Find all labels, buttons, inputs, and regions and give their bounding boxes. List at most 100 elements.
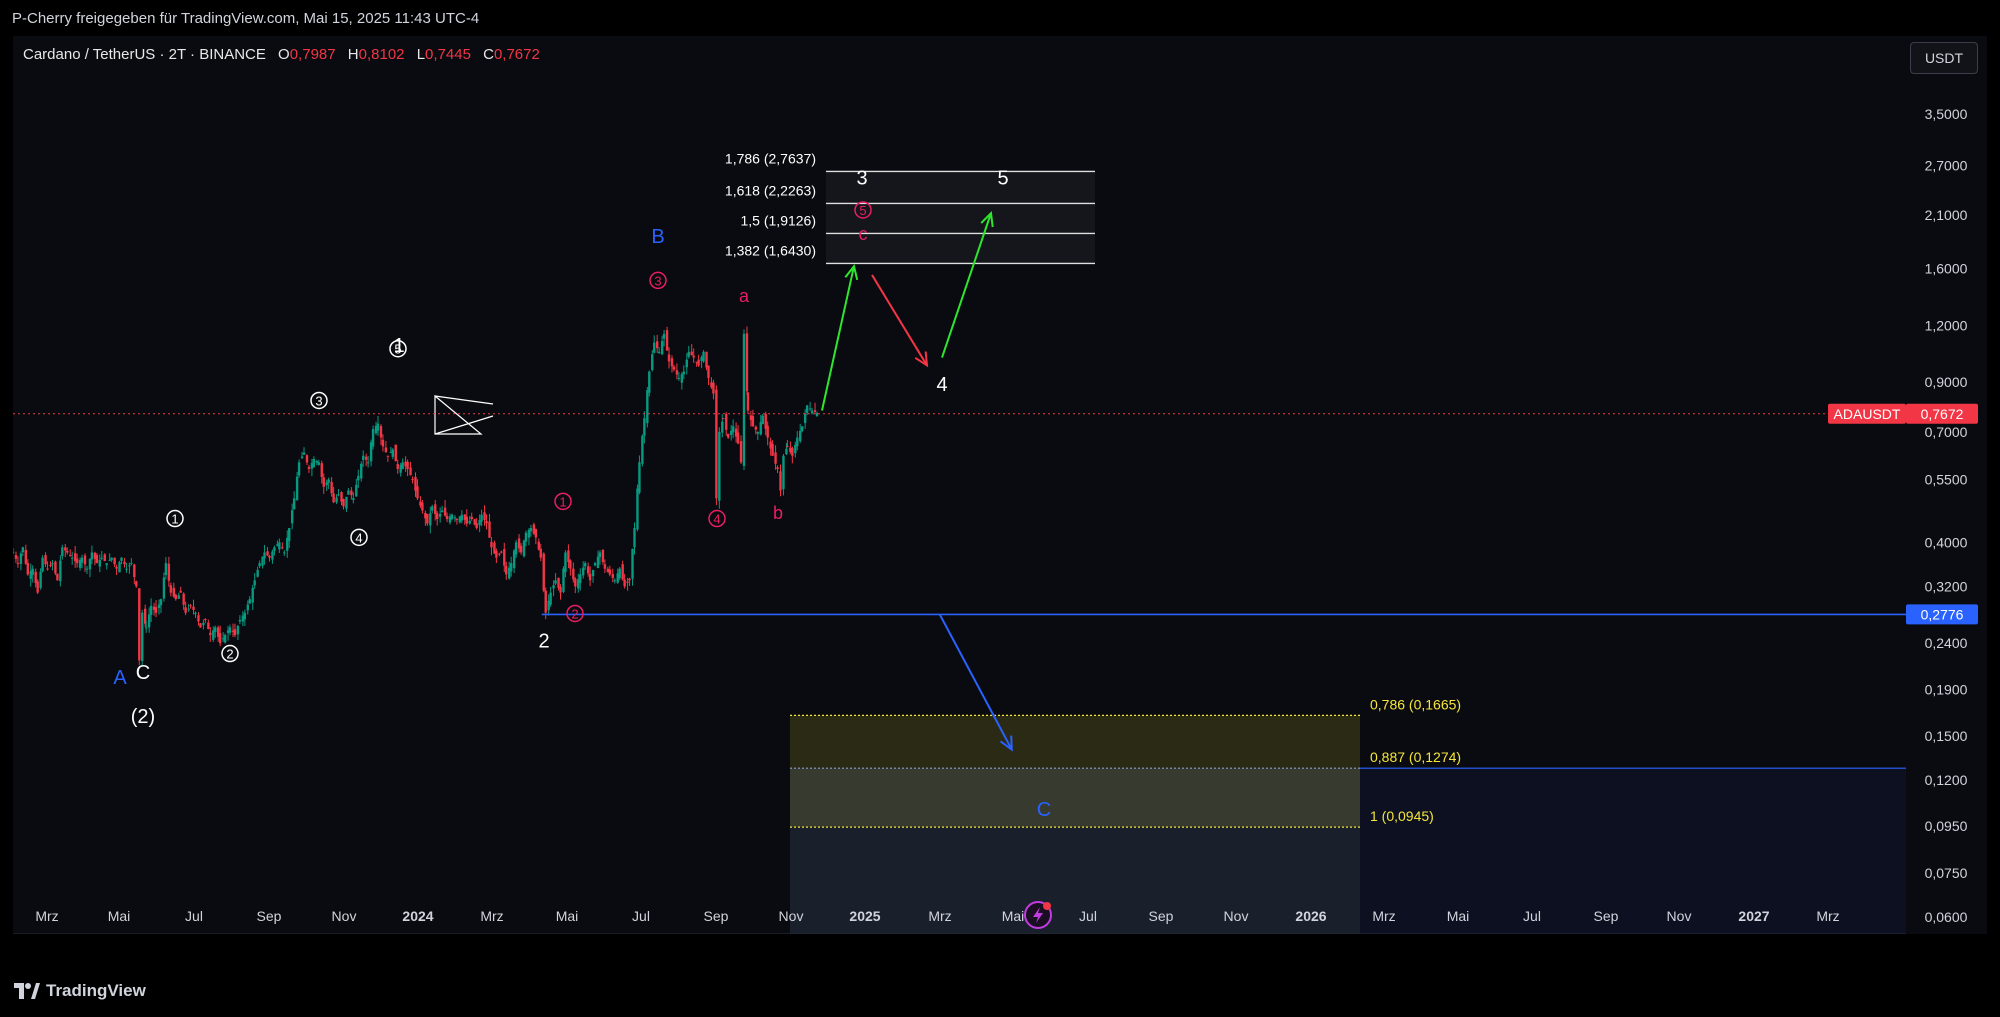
- candle: [715, 385, 718, 506]
- price-tick-label: 0,7000: [1925, 424, 1968, 440]
- wave-label-magenta: a: [739, 286, 750, 306]
- candle-body: [364, 456, 368, 460]
- replay-icon[interactable]: [1024, 901, 1052, 929]
- candle-body: [636, 488, 639, 530]
- candle-body: [475, 523, 478, 529]
- candle-body: [167, 563, 171, 581]
- candle-body: [317, 462, 321, 465]
- time-tick-label: Jul: [1079, 908, 1097, 924]
- candle-body: [39, 571, 42, 588]
- candle-body: [785, 448, 788, 455]
- candle-body: [13, 552, 15, 554]
- candle: [199, 622, 202, 628]
- candle-body: [805, 405, 809, 413]
- candle-body: [268, 555, 271, 558]
- footer-bar: TradingView: [0, 968, 2000, 1017]
- candle-body: [552, 585, 555, 589]
- price-chart[interactable]: 1,786 (2,7637) 1,618 (2,2263) 1,5 (1,9126)…: [13, 36, 1906, 934]
- price-axis[interactable]: 4,50003,50002,70002,10001,60001,20000,90…: [1906, 36, 1987, 934]
- candle-body: [246, 604, 249, 611]
- candle-body: [677, 377, 681, 379]
- candle: [702, 350, 705, 363]
- candle-body: [465, 516, 468, 524]
- candle-body: [347, 490, 350, 495]
- fib-retracement-label: 1 (0,0945): [1370, 808, 1434, 824]
- candle-body: [739, 441, 743, 463]
- fib-retracement-label: 0,786 (0,1665): [1370, 696, 1461, 712]
- candle-body: [263, 552, 266, 559]
- candle-body: [766, 425, 769, 438]
- time-tick-label: Mai: [1447, 908, 1470, 924]
- price-axis-svg[interactable]: 4,50003,50002,70002,10001,60001,20000,90…: [1906, 36, 1987, 934]
- candle-body: [519, 545, 523, 553]
- fib-zone-0887: [790, 768, 1360, 828]
- high-label: H: [347, 46, 359, 63]
- fib-target-label: 1,618 (2,2263): [725, 182, 816, 198]
- candle-body: [371, 429, 375, 447]
- candle-body: [579, 574, 582, 584]
- open-value: 0,7987: [289, 46, 336, 63]
- support-price-tag-value: 0,2776: [1921, 606, 1964, 622]
- candle-body: [799, 430, 802, 442]
- time-tick-label: Mrz: [35, 908, 58, 924]
- symbol-legend: Cardano / TetherUS · 2T · BINANCE O0,798…: [23, 46, 540, 63]
- candle: [522, 539, 526, 558]
- candle-body: [470, 516, 473, 520]
- wave-label-white: 3: [856, 168, 867, 190]
- candle-body: [574, 578, 577, 587]
- candle-body: [509, 563, 513, 572]
- chart-pane[interactable]: 1,786 (2,7637) 1,618 (2,2263) 1,5 (1,9126)…: [13, 36, 1906, 934]
- candle-body: [715, 389, 718, 499]
- close-label: C: [483, 46, 494, 63]
- candle-body: [411, 478, 414, 480]
- candle-body: [320, 463, 323, 477]
- candle-body: [396, 463, 399, 469]
- candle-body: [598, 552, 602, 558]
- candle-body: [394, 444, 397, 462]
- candle-body: [88, 558, 92, 570]
- candle-body: [421, 502, 424, 511]
- candle-body: [613, 580, 616, 582]
- candle-body: [660, 341, 664, 355]
- price-tick-label: 0,3200: [1925, 578, 1968, 594]
- candle-body: [682, 371, 686, 375]
- candle-body: [722, 418, 725, 420]
- candle-body: [803, 413, 807, 424]
- candle-body: [648, 371, 651, 393]
- candle-body: [243, 612, 247, 620]
- candle-body: [135, 581, 138, 587]
- attribution-text: P-Cherry freigegeben für TradingView.com…: [12, 10, 480, 27]
- candle: [648, 370, 651, 397]
- candle-body: [207, 622, 210, 630]
- candle-body: [539, 548, 542, 558]
- candle-body: [204, 618, 207, 620]
- candle-body: [646, 390, 649, 424]
- wave-label-circled-white-text: 2: [226, 647, 233, 662]
- candle-body: [485, 521, 488, 524]
- price-tick-label: 0,1500: [1925, 728, 1968, 744]
- candle-body: [583, 563, 587, 567]
- candle-body: [453, 517, 457, 519]
- currency-button[interactable]: USDT: [1910, 42, 1978, 74]
- wave-label-blue: A: [113, 667, 127, 689]
- candle-body: [801, 426, 804, 431]
- candle-body: [271, 551, 274, 560]
- candle-body: [46, 568, 49, 570]
- candle-body: [144, 627, 148, 629]
- tradingview-logo[interactable]: TradingView: [14, 981, 146, 1001]
- wave-label-blue: C: [1037, 799, 1051, 821]
- candle-body: [295, 476, 299, 501]
- candle-body: [445, 515, 449, 520]
- time-tick-label: Nov: [1224, 908, 1249, 924]
- candle-body: [26, 562, 29, 575]
- candle-body: [490, 541, 493, 548]
- candle-body: [500, 551, 503, 553]
- time-tick-label: Mrz: [928, 908, 951, 924]
- candle-body: [332, 493, 335, 503]
- candle-body: [56, 573, 59, 581]
- time-tick-label: Nov: [332, 908, 357, 924]
- candle-body: [572, 568, 575, 580]
- candle-body: [542, 553, 545, 591]
- candle-body: [31, 568, 34, 575]
- candle-body: [322, 477, 325, 487]
